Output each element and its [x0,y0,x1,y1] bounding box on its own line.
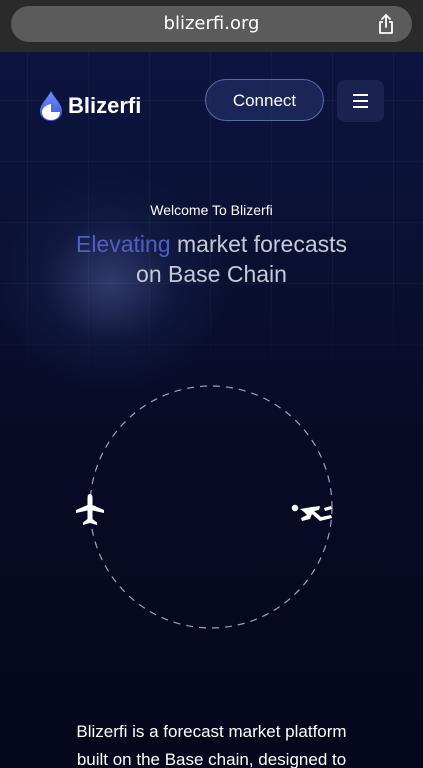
address-bar[interactable]: blizerfi.org [11,6,412,42]
share-icon[interactable] [374,12,398,36]
menu-button[interactable] [337,80,384,122]
airplane-icon [76,494,104,525]
sliding-person-icon [291,504,332,521]
hamburger-line [353,106,368,108]
headline-accent: Elevating [75,231,171,257]
hero-headline: Elevating market forecasts on Base Chain [0,229,423,289]
description-line1: Blizerfi is a forecast market platform [76,722,347,741]
hamburger-menu-icon [353,94,368,96]
hamburger-line [353,100,368,102]
welcome-text: Welcome To Blizerfi [150,202,273,218]
top-nav: Blizerfi Connect [0,52,423,152]
headline-line2: on Base Chain [136,261,287,287]
browser-bar: blizerfi.org [0,0,423,52]
blizerfi-logo-icon[interactable] [38,90,64,122]
description-text: Blizerfi is a forecast market platform b… [0,718,423,768]
headline-line1: market forecasts [170,231,347,257]
description-line2: built on the Base chain, designed to [76,750,347,768]
url-text[interactable]: blizerfi.org [11,6,412,42]
connect-button[interactable]: Connect [205,79,324,121]
page-content: Blizerfi Connect Welcome To Blizerfi Ele… [0,52,423,768]
brand-name[interactable]: Blizerfi [68,92,141,120]
